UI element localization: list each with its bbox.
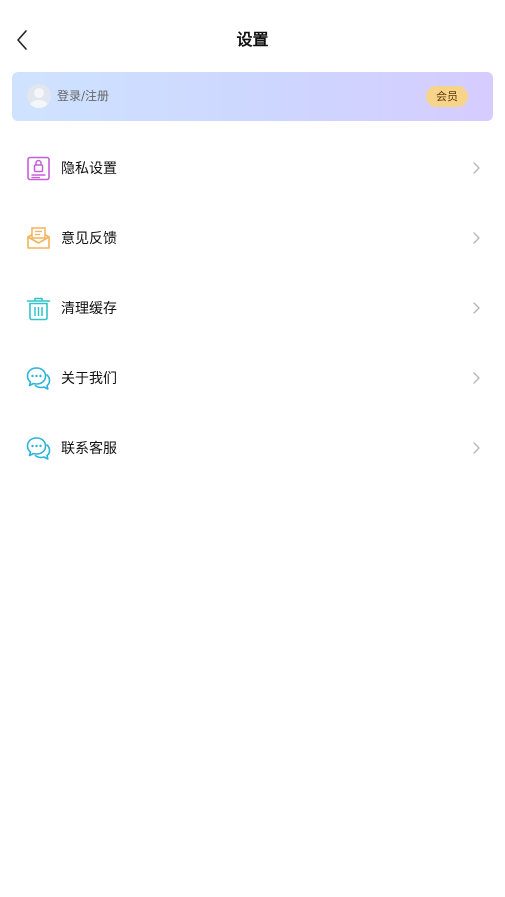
- settings-menu: 隐私设置 意见反馈 清理缓存 关于我们 联系客服: [0, 133, 505, 483]
- menu-item-contact-support[interactable]: 联系客服: [0, 413, 505, 483]
- chevron-right-icon: [473, 372, 480, 384]
- avatar: [27, 84, 51, 108]
- menu-item-label: 清理缓存: [61, 301, 117, 317]
- trash-can-icon: [26, 297, 51, 321]
- settings-page: 设置 登录/注册 会员 隐私设置 意见反馈 清理缓存 关于我们 联系客服: [0, 0, 505, 897]
- menu-item-label: 意见反馈: [61, 231, 117, 247]
- vip-badge[interactable]: 会员: [426, 86, 468, 107]
- menu-item-about-us[interactable]: 关于我们: [0, 343, 505, 413]
- menu-item-privacy[interactable]: 隐私设置: [0, 133, 505, 203]
- chat-bubbles-icon: [26, 437, 51, 460]
- chat-bubbles-icon: [26, 367, 51, 390]
- page-title: 设置: [236, 30, 269, 49]
- menu-item-clear-cache[interactable]: 清理缓存: [0, 273, 505, 343]
- header: 设置: [0, 0, 505, 80]
- privacy-lock-icon: [27, 156, 50, 181]
- menu-item-label: 关于我们: [61, 371, 117, 387]
- menu-item-feedback[interactable]: 意见反馈: [0, 203, 505, 273]
- avatar-placeholder-icon: [30, 88, 48, 108]
- menu-item-label: 联系客服: [61, 441, 117, 457]
- login-card[interactable]: 登录/注册 会员: [12, 72, 493, 121]
- login-register-link[interactable]: 登录/注册: [57, 88, 109, 105]
- chevron-right-icon: [473, 442, 480, 454]
- menu-item-label: 隐私设置: [61, 161, 117, 177]
- chevron-right-icon: [473, 302, 480, 314]
- chevron-right-icon: [473, 232, 480, 244]
- chevron-right-icon: [473, 162, 480, 174]
- feedback-envelope-icon: [27, 227, 50, 249]
